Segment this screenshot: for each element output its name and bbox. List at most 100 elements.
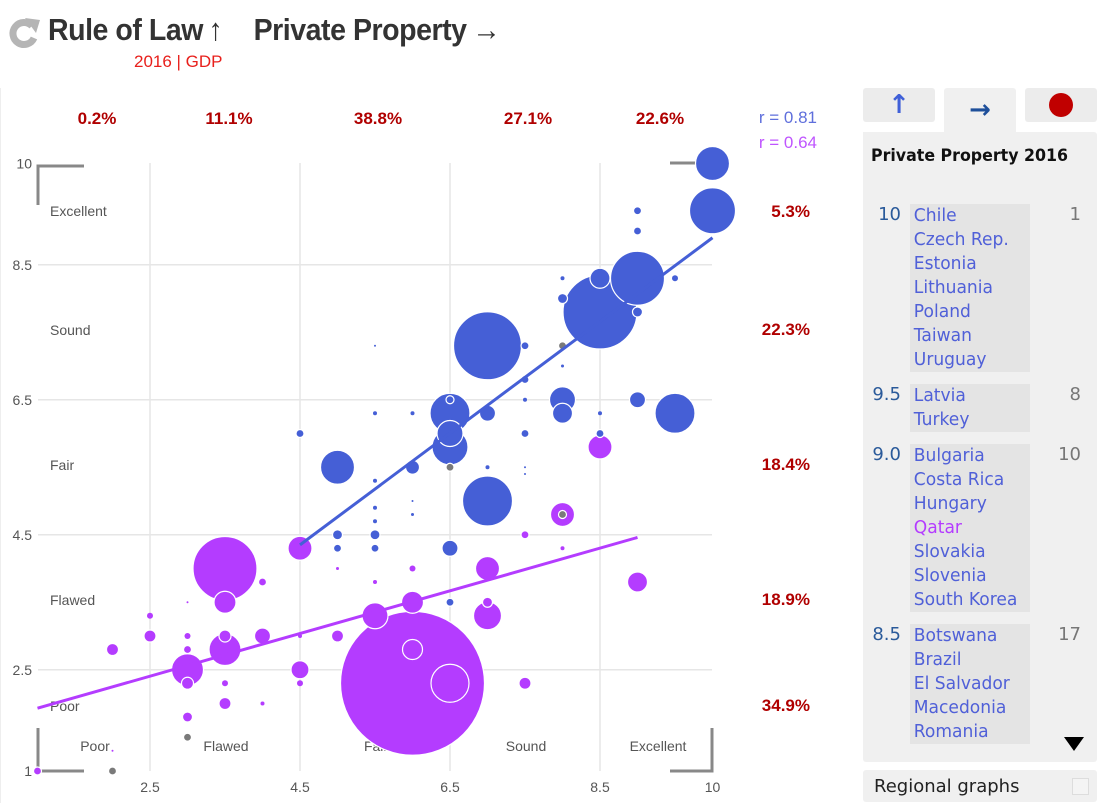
country-bubble[interactable]	[688, 187, 737, 235]
country-bubble[interactable]	[181, 711, 194, 723]
tab-bubble-size[interactable]	[1025, 88, 1097, 122]
country-item[interactable]: Poland	[910, 300, 1024, 324]
country-item[interactable]: Macedonia	[910, 696, 1024, 720]
country-bubble[interactable]	[331, 529, 344, 541]
country-bubble[interactable]	[694, 145, 731, 182]
country-item[interactable]: Lithuania	[910, 276, 1024, 300]
country-bubble[interactable]	[626, 571, 649, 593]
country-item[interactable]: Latvia	[910, 384, 1024, 408]
country-bubble[interactable]	[186, 601, 189, 604]
country-bubble[interactable]	[672, 275, 678, 282]
regional-graphs-toggle[interactable]: Regional graphs	[863, 770, 1097, 802]
country-bubble[interactable]	[111, 749, 114, 752]
country-bubble[interactable]	[445, 395, 455, 405]
country-item[interactable]: Czech Rep.	[910, 228, 1024, 252]
country-bubble[interactable]	[184, 633, 191, 639]
country-item[interactable]: Qatar	[910, 516, 1024, 540]
country-bubble[interactable]	[182, 644, 193, 655]
country-bubble[interactable]	[410, 411, 415, 416]
tab-rule-of-law[interactable]: ↑	[863, 88, 935, 122]
country-bubble[interactable]	[373, 580, 377, 584]
country-bubble[interactable]	[518, 676, 532, 690]
country-bubble[interactable]	[218, 696, 232, 711]
country-bubble[interactable]	[369, 529, 381, 541]
country-bubble[interactable]	[222, 680, 228, 687]
country-bubble[interactable]	[411, 513, 414, 516]
country-bubble[interactable]	[445, 597, 455, 607]
country-item[interactable]: Costa Rica	[910, 468, 1024, 492]
country-item[interactable]: Slovenia	[910, 564, 1024, 588]
country-item[interactable]: Uruguay	[910, 348, 1024, 372]
country-bubble[interactable]	[147, 612, 153, 619]
country-bubble[interactable]	[589, 267, 611, 289]
country-bubble[interactable]	[628, 391, 647, 409]
country-item[interactable]: El Salvador	[910, 672, 1024, 696]
tab-private-property[interactable]: →	[944, 88, 1016, 132]
country-bubble[interactable]	[595, 428, 605, 439]
country-bubble[interactable]	[524, 466, 526, 469]
country-bubble[interactable]	[485, 465, 490, 470]
country-bubble[interactable]	[561, 364, 564, 368]
country-bubble[interactable]	[401, 638, 424, 661]
country-item[interactable]: Romania	[910, 720, 1024, 744]
country-bubble[interactable]	[336, 567, 339, 570]
country-bubble[interactable]	[560, 546, 565, 551]
country-bubble[interactable]	[520, 530, 530, 540]
country-bubble[interactable]	[330, 629, 345, 643]
country-bubble[interactable]	[409, 565, 416, 572]
country-bubble[interactable]	[373, 411, 377, 416]
country-bubble[interactable]	[523, 397, 527, 402]
country-item[interactable]: Taiwan	[910, 324, 1024, 348]
country-bubble[interactable]	[370, 543, 380, 553]
country-bubble[interactable]	[373, 505, 377, 510]
country-bubble[interactable]	[332, 543, 343, 553]
country-bubble[interactable]	[557, 509, 568, 520]
country-item[interactable]: Slovakia	[910, 540, 1024, 564]
country-bubble[interactable]	[452, 311, 523, 381]
country-bubble[interactable]	[445, 462, 455, 472]
country-bubble[interactable]	[654, 392, 696, 434]
country-bubble[interactable]	[430, 663, 470, 703]
country-item[interactable]: Bulgaria	[910, 444, 1024, 468]
country-bubble[interactable]	[556, 292, 569, 305]
country-bubble[interactable]	[441, 539, 459, 557]
country-bubble[interactable]	[257, 577, 268, 587]
country-item[interactable]: Botswana	[910, 624, 1024, 648]
country-bubble[interactable]	[319, 449, 356, 485]
country-bubble[interactable]	[631, 306, 644, 318]
country-bubble[interactable]	[374, 344, 376, 347]
country-bubble[interactable]	[520, 341, 530, 351]
country-bubble[interactable]	[107, 766, 118, 776]
country-bubble[interactable]	[32, 766, 43, 776]
country-item[interactable]: Estonia	[910, 252, 1024, 276]
country-bubble[interactable]	[520, 428, 530, 439]
country-bubble[interactable]	[105, 642, 120, 657]
country-item[interactable]: Hungary	[910, 492, 1024, 516]
country-bubble[interactable]	[461, 475, 514, 527]
country-item[interactable]: South Korea	[910, 588, 1024, 612]
country-bubble[interactable]	[297, 680, 303, 687]
country-bubble[interactable]	[218, 629, 232, 643]
country-bubble[interactable]	[598, 411, 602, 416]
country-bubble[interactable]	[290, 660, 310, 680]
country-bubble[interactable]	[260, 701, 265, 706]
country-item[interactable]: Chile	[910, 204, 1024, 228]
country-bubble[interactable]	[180, 676, 195, 690]
country-bubble[interactable]	[373, 519, 377, 524]
country-bubble[interactable]	[551, 402, 574, 424]
country-bubble[interactable]	[560, 276, 565, 281]
scroll-down-icon[interactable]	[1064, 737, 1084, 751]
country-bubble[interactable]	[632, 226, 643, 236]
country-bubble[interactable]	[587, 434, 613, 460]
country-bubble[interactable]	[411, 500, 414, 502]
country-item[interactable]: Turkey	[910, 408, 1024, 432]
country-bubble[interactable]	[632, 206, 643, 216]
country-bubble[interactable]	[213, 590, 237, 614]
country-bubble[interactable]	[524, 473, 526, 475]
country-bubble[interactable]	[373, 478, 377, 483]
country-item[interactable]: Brazil	[910, 648, 1024, 672]
country-bubble[interactable]	[143, 629, 157, 643]
country-bubble[interactable]	[295, 428, 305, 439]
regional-graphs-checkbox[interactable]	[1072, 778, 1089, 795]
country-bubble[interactable]	[481, 596, 494, 608]
